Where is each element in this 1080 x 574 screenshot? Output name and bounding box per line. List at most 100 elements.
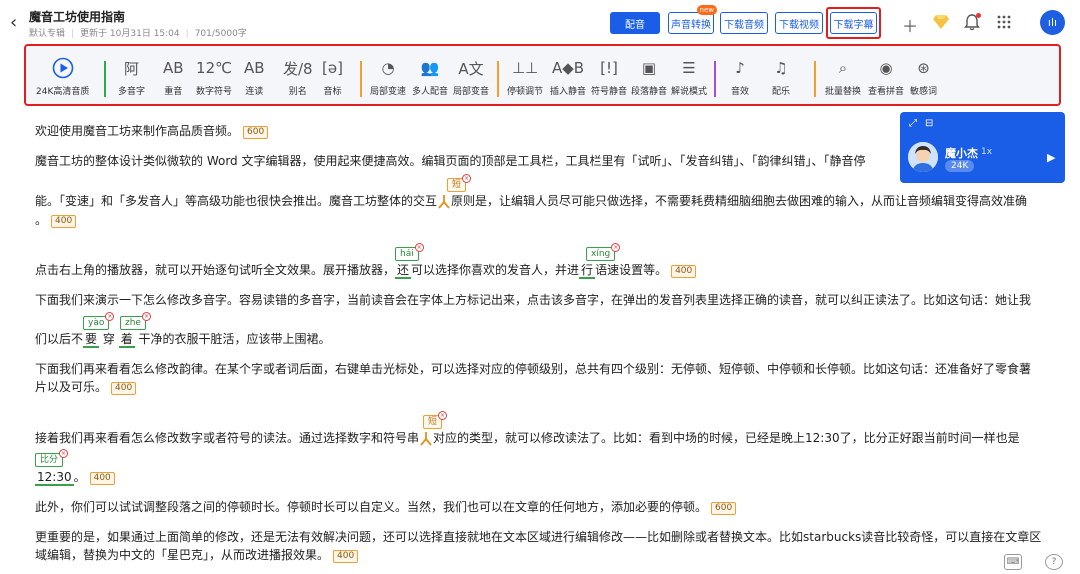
speedometer-icon: ◔ (381, 59, 395, 77)
apps-grid-icon[interactable] (997, 15, 1011, 29)
remove-tag-icon[interactable]: × (611, 243, 621, 252)
paragraph-end[interactable]: 。 400 (35, 212, 77, 228)
insert-silence-icon: A◆B (551, 59, 585, 77)
paragraph[interactable]: 更重要的是，如果通过上面简单的修改，还是无法有效解决问题，还可以选择直接就地在文… (35, 529, 1041, 545)
users-icon: 👥 (420, 59, 440, 77)
pinyin-tag[interactable]: hái × (395, 243, 424, 261)
paragraph[interactable]: 能。「变速」和「多发音人」等高级功能也很快会推出。魔音工坊整体的交互 原则是，让编… (35, 193, 1027, 209)
pause-tag[interactable]: 短 × (447, 174, 472, 192)
paragraph[interactable]: 们以后不要 穿 着 干净的衣服干脏活，应该带上围裙。 (35, 331, 331, 348)
download-audio-button[interactable]: 下载音频 (720, 12, 768, 34)
char-count-badge[interactable]: 400 (333, 550, 359, 563)
pause-marker-icon[interactable] (437, 193, 451, 209)
polyphone-word[interactable]: 还 (395, 263, 412, 279)
polyphone-word[interactable]: 要 (83, 332, 100, 348)
polyphone-icon: 阿 (124, 59, 140, 78)
diamond-vip-icon[interactable] (933, 15, 949, 29)
collapse-icon[interactable]: ⊟ (925, 118, 933, 129)
alias-icon: 发/8 (283, 59, 313, 78)
char-count-badge[interactable]: 400 (51, 215, 77, 228)
number-tag[interactable]: 比分 × (35, 449, 69, 467)
char-count-badge[interactable]: 600 (711, 502, 737, 515)
tool-polyphone[interactable]: 阿多音字 (118, 56, 145, 98)
paragraph-end[interactable]: 片以及可乐。 400 (35, 379, 137, 395)
pause-marker-icon[interactable] (419, 430, 433, 446)
toolbar-divider (104, 61, 106, 97)
download-subtitle-button[interactable]: 下载字幕 (830, 12, 877, 34)
updated-time: 更新于 10月31日 15:04 (80, 29, 180, 39)
tool-sensitive-words[interactable]: ⊛ 敏感词 (910, 56, 937, 97)
play-icon[interactable]: ▶ (1047, 151, 1055, 164)
toolbar-divider (497, 61, 499, 97)
document-title[interactable]: 魔音工坊使用指南 (29, 8, 125, 25)
document-meta: 默认专辑 | 更新于 10月31日 15:04 | 701/5000字 (29, 29, 247, 39)
remove-tag-icon[interactable]: × (59, 449, 69, 458)
paragraph[interactable]: 此外，你们可以试试调整段落之间的停顿时长。停顿时长可以自定义。当然，我们也可以在… (35, 499, 737, 515)
tool-view-pinyin[interactable]: ◉ 查看拼音 (868, 56, 904, 97)
char-count-badge[interactable]: 600 (243, 126, 269, 139)
tool-pause-adjust[interactable]: ⊥⊥ 停顿调节 (507, 56, 543, 97)
download-video-button[interactable]: 下载视频 (775, 12, 823, 34)
tool-local-speed[interactable]: ◔ 局部变速 (370, 56, 406, 97)
notification-dot (976, 13, 981, 18)
speaker-avatar[interactable] (908, 142, 938, 172)
tool-batch-replace[interactable]: ⌕ 批量替换 (825, 56, 861, 97)
char-count-badge[interactable]: 400 (89, 472, 115, 485)
tool-alias[interactable]: 发/8 别名 (283, 56, 313, 98)
paragraph-end[interactable]: 12:30。 400 (35, 469, 115, 486)
paragraph-silence-icon: ▣ (641, 59, 657, 77)
char-count-badge[interactable]: 400 (671, 265, 697, 278)
paragraph[interactable]: 接着我们再来看看怎么修改数字或者符号的读法。通过选择数字和符号串 对应的类型，就可… (35, 430, 1020, 446)
tool-narration-mode[interactable]: ☰ 解说模式 (671, 56, 707, 97)
tool-paragraph-silence[interactable]: ▣ 段落静音 (631, 56, 667, 97)
sound-effect-icon: ♪ (735, 59, 745, 77)
remove-tag-icon[interactable]: × (462, 174, 472, 183)
pinyin-tag[interactable]: zhe × (120, 312, 151, 330)
tool-symbol-silence[interactable]: [!] 符号静音 (591, 56, 627, 97)
pause-adjust-icon: ⊥⊥ (511, 59, 539, 77)
dub-button[interactable]: 配音 (610, 12, 660, 34)
phonetic-icon: [ə] (322, 59, 343, 77)
tool-liaison[interactable]: AB 连读 (244, 56, 265, 97)
paragraph[interactable]: 下面我们再来看看怎么修改韵律。在某个字或者词后面，右键单击光标处，可以选择对应的… (35, 361, 1031, 377)
remove-tag-icon[interactable]: × (414, 243, 424, 252)
paragraph[interactable]: 欢迎使用魔音工坊来制作高品质音频。 600 (35, 123, 269, 139)
play-circle-icon (52, 56, 74, 80)
number-word[interactable]: 12:30 (35, 470, 74, 486)
polyphone-word[interactable]: 着 (118, 332, 135, 348)
paragraph[interactable]: 点击右上角的播放器，就可以开始逐句试听全文效果。展开播放器，还可以选择你喜欢的发… (35, 262, 697, 279)
keyboard-icon[interactable]: ⌨ (1004, 554, 1022, 570)
polyphone-word[interactable]: 行 (579, 263, 596, 279)
pinyin-tag[interactable]: yào × (83, 312, 115, 330)
narration-icon: ☰ (682, 59, 696, 77)
paragraph[interactable]: 魔音工坊的整体设计类似微软的 Word 文字编辑器，使用起来便捷高效。编辑页面的… (35, 153, 865, 169)
tool-background-music[interactable]: ♫ 配乐 (772, 56, 790, 97)
back-arrow-icon[interactable]: ‹ (10, 12, 17, 33)
music-icon: ♫ (774, 59, 788, 77)
tool-hd-quality[interactable]: 24K高清音质 (36, 56, 89, 97)
tool-phonetic[interactable]: [ə] 音标 (322, 56, 343, 97)
tool-stress[interactable]: AB 重音 (163, 56, 184, 97)
remove-tag-icon[interactable]: × (141, 312, 151, 321)
tool-local-voice[interactable]: A文 局部变音 (453, 56, 489, 98)
paragraph[interactable]: 下面我们来演示一下怎么修改多音字。容易读错的多音字，当前读音会在字体上方标记出来… (35, 292, 1031, 308)
liaison-icon: AB (244, 59, 265, 77)
paragraph-end[interactable]: 域编辑，替换为中文的「星巴克」，从而改进播报效果。 400 (35, 547, 359, 563)
tool-insert-silence[interactable]: A◆B 插入静音 (550, 56, 586, 97)
speaker-speed[interactable]: 1x (981, 147, 992, 157)
tool-sound-effect[interactable]: ♪ 音效 (731, 56, 749, 97)
pinyin-tag[interactable]: xíng × (586, 243, 621, 261)
tool-number-symbol[interactable]: 12℃ 数字符号 (196, 56, 232, 97)
help-icon[interactable]: ? (1045, 554, 1063, 570)
player-panel[interactable]: ⤢ ⊟ 魔小杰 1x 24K ▶ (900, 112, 1065, 183)
voice-convert-button[interactable]: 声音转换 new (668, 5, 717, 34)
expand-icon[interactable]: ⤢ (909, 118, 917, 129)
remove-tag-icon[interactable]: × (105, 312, 115, 321)
tool-multi-speaker[interactable]: 👥 多人配音 (412, 56, 448, 97)
user-avatar[interactable]: ılı (1040, 10, 1065, 35)
album-label[interactable]: 默认专辑 (29, 29, 65, 39)
remove-tag-icon[interactable]: × (438, 411, 448, 420)
char-count-badge[interactable]: 400 (111, 382, 137, 395)
pause-tag[interactable]: 短 × (423, 411, 448, 429)
add-icon[interactable]: ＋ (902, 13, 918, 37)
